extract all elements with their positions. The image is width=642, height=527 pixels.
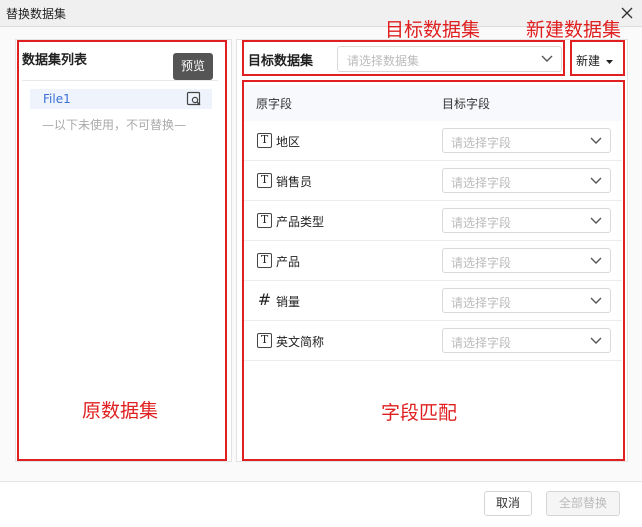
source-dataset-annotation: 原数据集 — [82, 400, 159, 422]
target-dataset-annotation: 目标数据集 — [385, 19, 481, 41]
dialog-footer: 取消 全部替换 — [0, 481, 642, 527]
window-title: 替换数据集 — [6, 7, 67, 21]
cancel-button[interactable]: 取消 — [484, 491, 532, 516]
new-dataset-highlight — [570, 40, 625, 76]
replace-all-button[interactable]: 全部替换 — [546, 491, 620, 516]
field-matching-annotation: 字段匹配 — [381, 402, 458, 424]
target-dataset-highlight — [242, 40, 565, 76]
new-dataset-annotation: 新建数据集 — [526, 19, 622, 41]
